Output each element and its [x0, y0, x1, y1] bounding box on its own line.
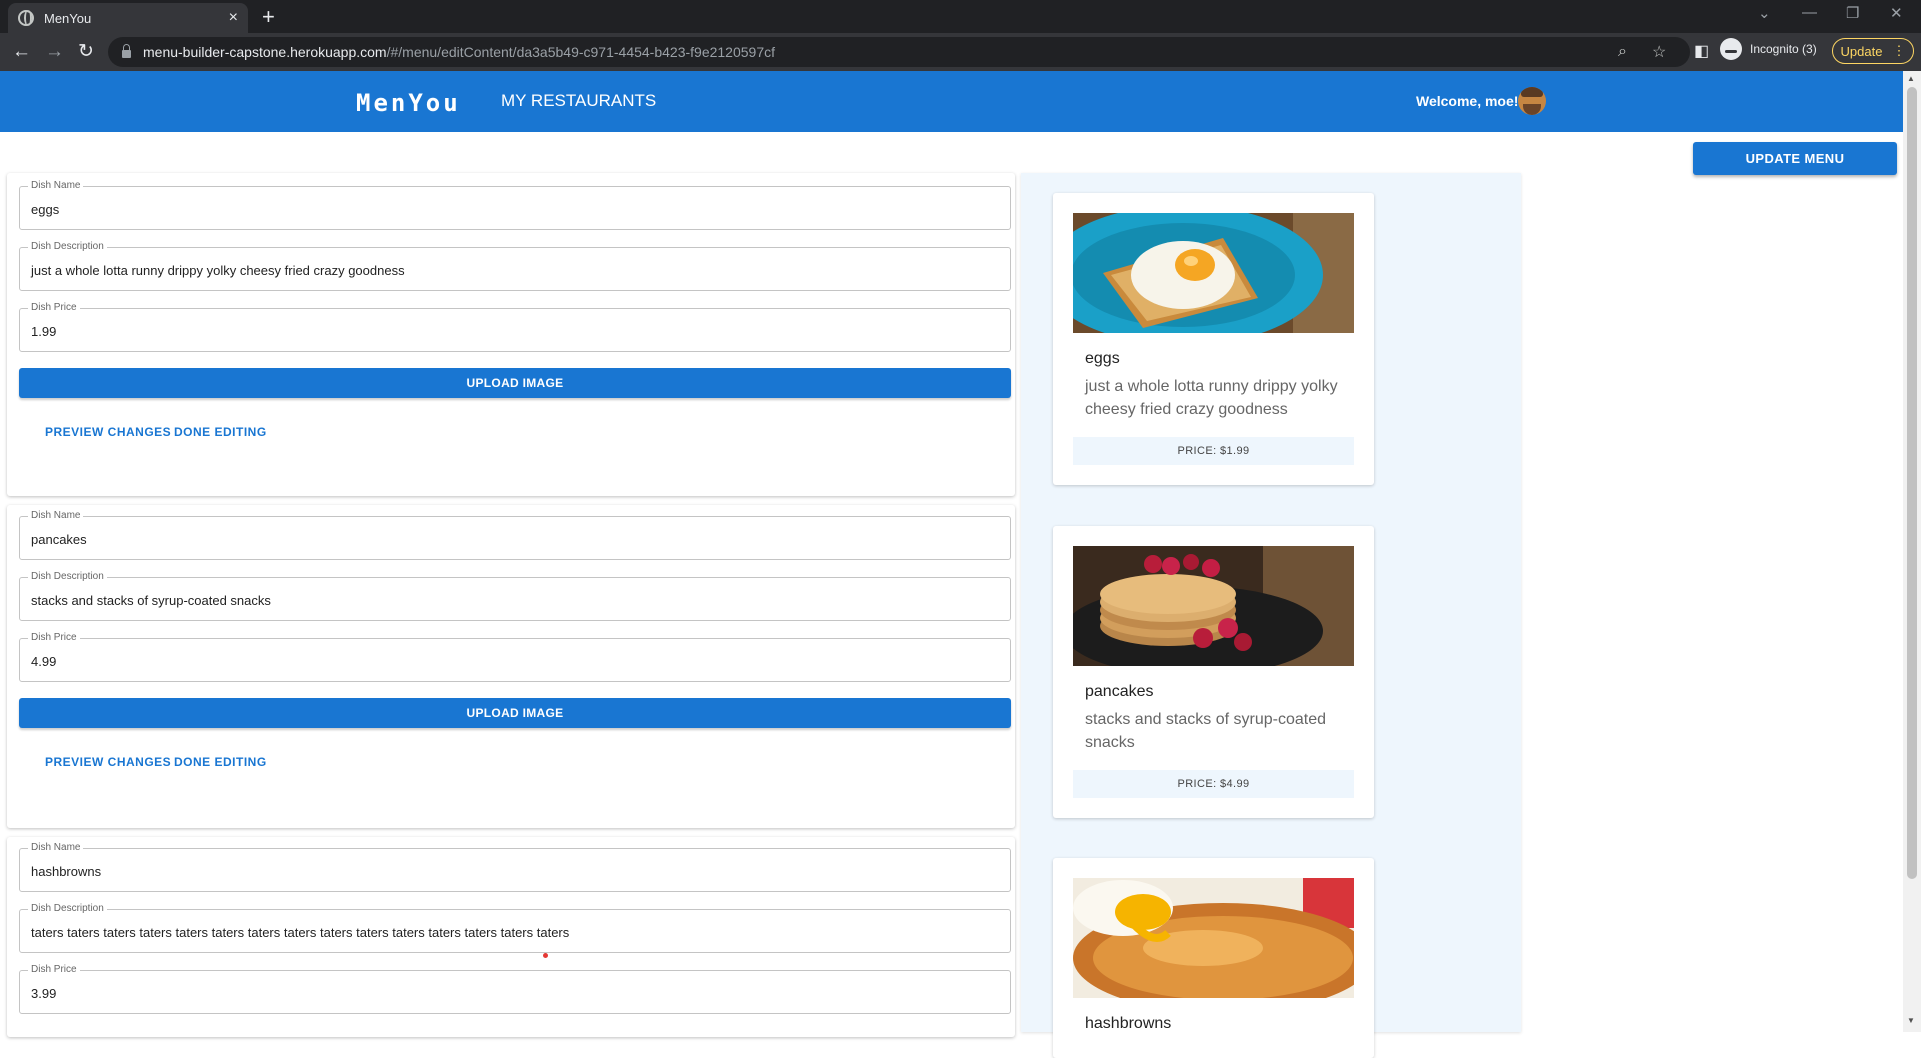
dish-preview-card: hashbrowns — [1053, 858, 1374, 1058]
dish-price-field[interactable]: Dish Price 4.99 — [19, 632, 1011, 682]
sidepanel-icon[interactable]: ◧ — [1694, 40, 1709, 64]
page-scrollbar[interactable]: ▲ ▼ — [1903, 71, 1921, 1032]
nav-my-restaurants[interactable]: MY RESTAURANTS — [501, 91, 656, 111]
dish-preview-card: eggs just a whole lotta runny drippy yol… — [1053, 193, 1374, 485]
dish-description-value[interactable]: just a whole lotta runny drippy yolky ch… — [31, 263, 405, 278]
scroll-down-icon[interactable]: ▼ — [1907, 1016, 1915, 1025]
tab-title: MenYou — [44, 10, 92, 26]
preview-changes-button[interactable]: PREVIEW CHANGES — [45, 755, 171, 769]
minimize-icon[interactable]: — — [1802, 4, 1817, 21]
new-tab-button[interactable]: + — [262, 4, 275, 30]
dish-price-bar: PRICE: $4.99 — [1073, 770, 1354, 798]
brand-logo[interactable]: MenYou — [356, 89, 461, 117]
upload-image-button[interactable]: UPLOAD IMAGE — [19, 368, 1011, 398]
dish-price-label: PRICE: $1.99 — [1177, 445, 1250, 457]
incognito-icon — [1720, 38, 1742, 60]
dish-name-value[interactable]: pancakes — [31, 532, 87, 547]
tab-close-icon[interactable]: × — [229, 9, 238, 27]
welcome-text: Welcome, moe! — [1416, 93, 1519, 109]
avatar[interactable] — [1518, 87, 1546, 115]
dish-name-label: Dish Name — [28, 510, 84, 522]
dish-name-value[interactable]: hashbrowns — [31, 864, 101, 879]
close-window-icon[interactable]: ✕ — [1890, 4, 1903, 22]
app-header: MenYou MY RESTAURANTS Welcome, moe! — [0, 71, 1903, 132]
pancakes-image — [1073, 546, 1354, 666]
dish-price-label: Dish Price — [28, 632, 80, 644]
dish-name-label: Dish Name — [28, 842, 84, 854]
back-icon[interactable]: ← — [12, 40, 31, 64]
dish-name-field[interactable]: Dish Name eggs — [19, 180, 1011, 230]
dish-edit-card: Dish Name eggs Dish Description just a w… — [7, 173, 1015, 496]
dish-preview-name: pancakes — [1085, 683, 1154, 700]
dish-price-value[interactable]: 1.99 — [31, 324, 56, 339]
dish-description-label: Dish Description — [28, 241, 107, 253]
dish-name-value[interactable]: eggs — [31, 202, 59, 217]
forward-icon[interactable]: → — [45, 40, 64, 64]
dish-price-label: Dish Price — [28, 302, 80, 314]
url-path: /#/menu/editContent/da3a5b49-c971-4454-b… — [386, 44, 776, 60]
dish-image — [1073, 213, 1354, 333]
dish-description-value[interactable]: taters taters taters taters taters tater… — [31, 925, 569, 940]
browser-tabstrip: MenYou × + ⌄ — ❐ ✕ — [0, 0, 1921, 33]
dish-preview-description: stacks and stacks of syrup-coated snacks — [1085, 711, 1326, 751]
dish-preview-name: eggs — [1085, 350, 1120, 367]
dish-price-field[interactable]: Dish Price 1.99 — [19, 302, 1011, 352]
hashbrowns-image — [1073, 878, 1354, 998]
dish-preview-name: hashbrowns — [1085, 1015, 1172, 1032]
kebab-icon: ⋮ — [1892, 43, 1906, 58]
globe-icon — [18, 10, 34, 26]
dish-preview-description: just a whole lotta runny drippy yolky ch… — [1085, 378, 1338, 418]
dish-name-field[interactable]: Dish Name pancakes — [19, 510, 1011, 560]
dish-image — [1073, 878, 1354, 998]
browser-update-button[interactable]: Update ⋮ — [1832, 38, 1914, 64]
browser-tab[interactable]: MenYou × — [8, 3, 248, 33]
zoom-icon[interactable]: ⌕ — [1618, 37, 1627, 67]
update-label: Update — [1840, 43, 1883, 59]
menu-editor-content: Dish Name eggs Dish Description just a w… — [7, 173, 1521, 1058]
eggs-image — [1073, 213, 1354, 333]
restore-icon[interactable]: ❐ — [1846, 4, 1859, 22]
scroll-thumb[interactable] — [1907, 87, 1917, 879]
cursor-dot — [543, 953, 548, 958]
dish-price-value[interactable]: 3.99 — [31, 986, 56, 1001]
dish-price-bar: PRICE: $1.99 — [1073, 437, 1354, 465]
dish-price-field[interactable]: Dish Price 3.99 — [19, 964, 1011, 1014]
dish-description-field[interactable]: Dish Description stacks and stacks of sy… — [19, 571, 1011, 621]
done-editing-button[interactable]: DONE EDITING — [174, 755, 267, 769]
preview-changes-button[interactable]: PREVIEW CHANGES — [45, 425, 171, 439]
dish-description-field[interactable]: Dish Description taters taters taters ta… — [19, 903, 1011, 953]
dish-edit-card: Dish Name pancakes Dish Description stac… — [7, 505, 1015, 828]
dish-description-field[interactable]: Dish Description just a whole lotta runn… — [19, 241, 1011, 291]
browser-toolbar: ← → ↻ menu-builder-capstone.herokuapp.co… — [0, 33, 1921, 71]
lock-icon[interactable] — [122, 44, 131, 58]
dish-price-value[interactable]: 4.99 — [31, 654, 56, 669]
dish-edit-card: Dish Name hashbrowns Dish Description ta… — [7, 837, 1015, 1037]
dish-preview-card: pancakes stacks and stacks of syrup-coat… — [1053, 526, 1374, 818]
incognito-indicator[interactable]: Incognito (3) — [1720, 38, 1817, 60]
address-bar[interactable]: menu-builder-capstone.herokuapp.com /#/m… — [108, 37, 1690, 67]
tab-search-icon[interactable]: ⌄ — [1758, 4, 1771, 22]
dish-price-label: PRICE: $4.99 — [1177, 778, 1250, 790]
dish-description-label: Dish Description — [28, 903, 107, 915]
done-editing-button[interactable]: DONE EDITING — [174, 425, 267, 439]
scroll-up-icon[interactable]: ▲ — [1907, 74, 1915, 83]
upload-image-button[interactable]: UPLOAD IMAGE — [19, 698, 1011, 728]
reload-icon[interactable]: ↻ — [78, 40, 94, 64]
incognito-label: Incognito (3) — [1750, 42, 1817, 56]
star-icon[interactable]: ☆ — [1652, 37, 1666, 67]
url-host: menu-builder-capstone.herokuapp.com — [143, 44, 387, 60]
update-menu-button[interactable]: UPDATE MENU — [1693, 142, 1897, 175]
dish-price-label: Dish Price — [28, 964, 80, 976]
menu-preview-panel: eggs just a whole lotta runny drippy yol… — [1021, 173, 1521, 1058]
dish-description-label: Dish Description — [28, 571, 107, 583]
dish-image — [1073, 546, 1354, 666]
dish-name-label: Dish Name — [28, 180, 84, 192]
dish-name-field[interactable]: Dish Name hashbrowns — [19, 842, 1011, 892]
dish-description-value[interactable]: stacks and stacks of syrup-coated snacks — [31, 593, 271, 608]
